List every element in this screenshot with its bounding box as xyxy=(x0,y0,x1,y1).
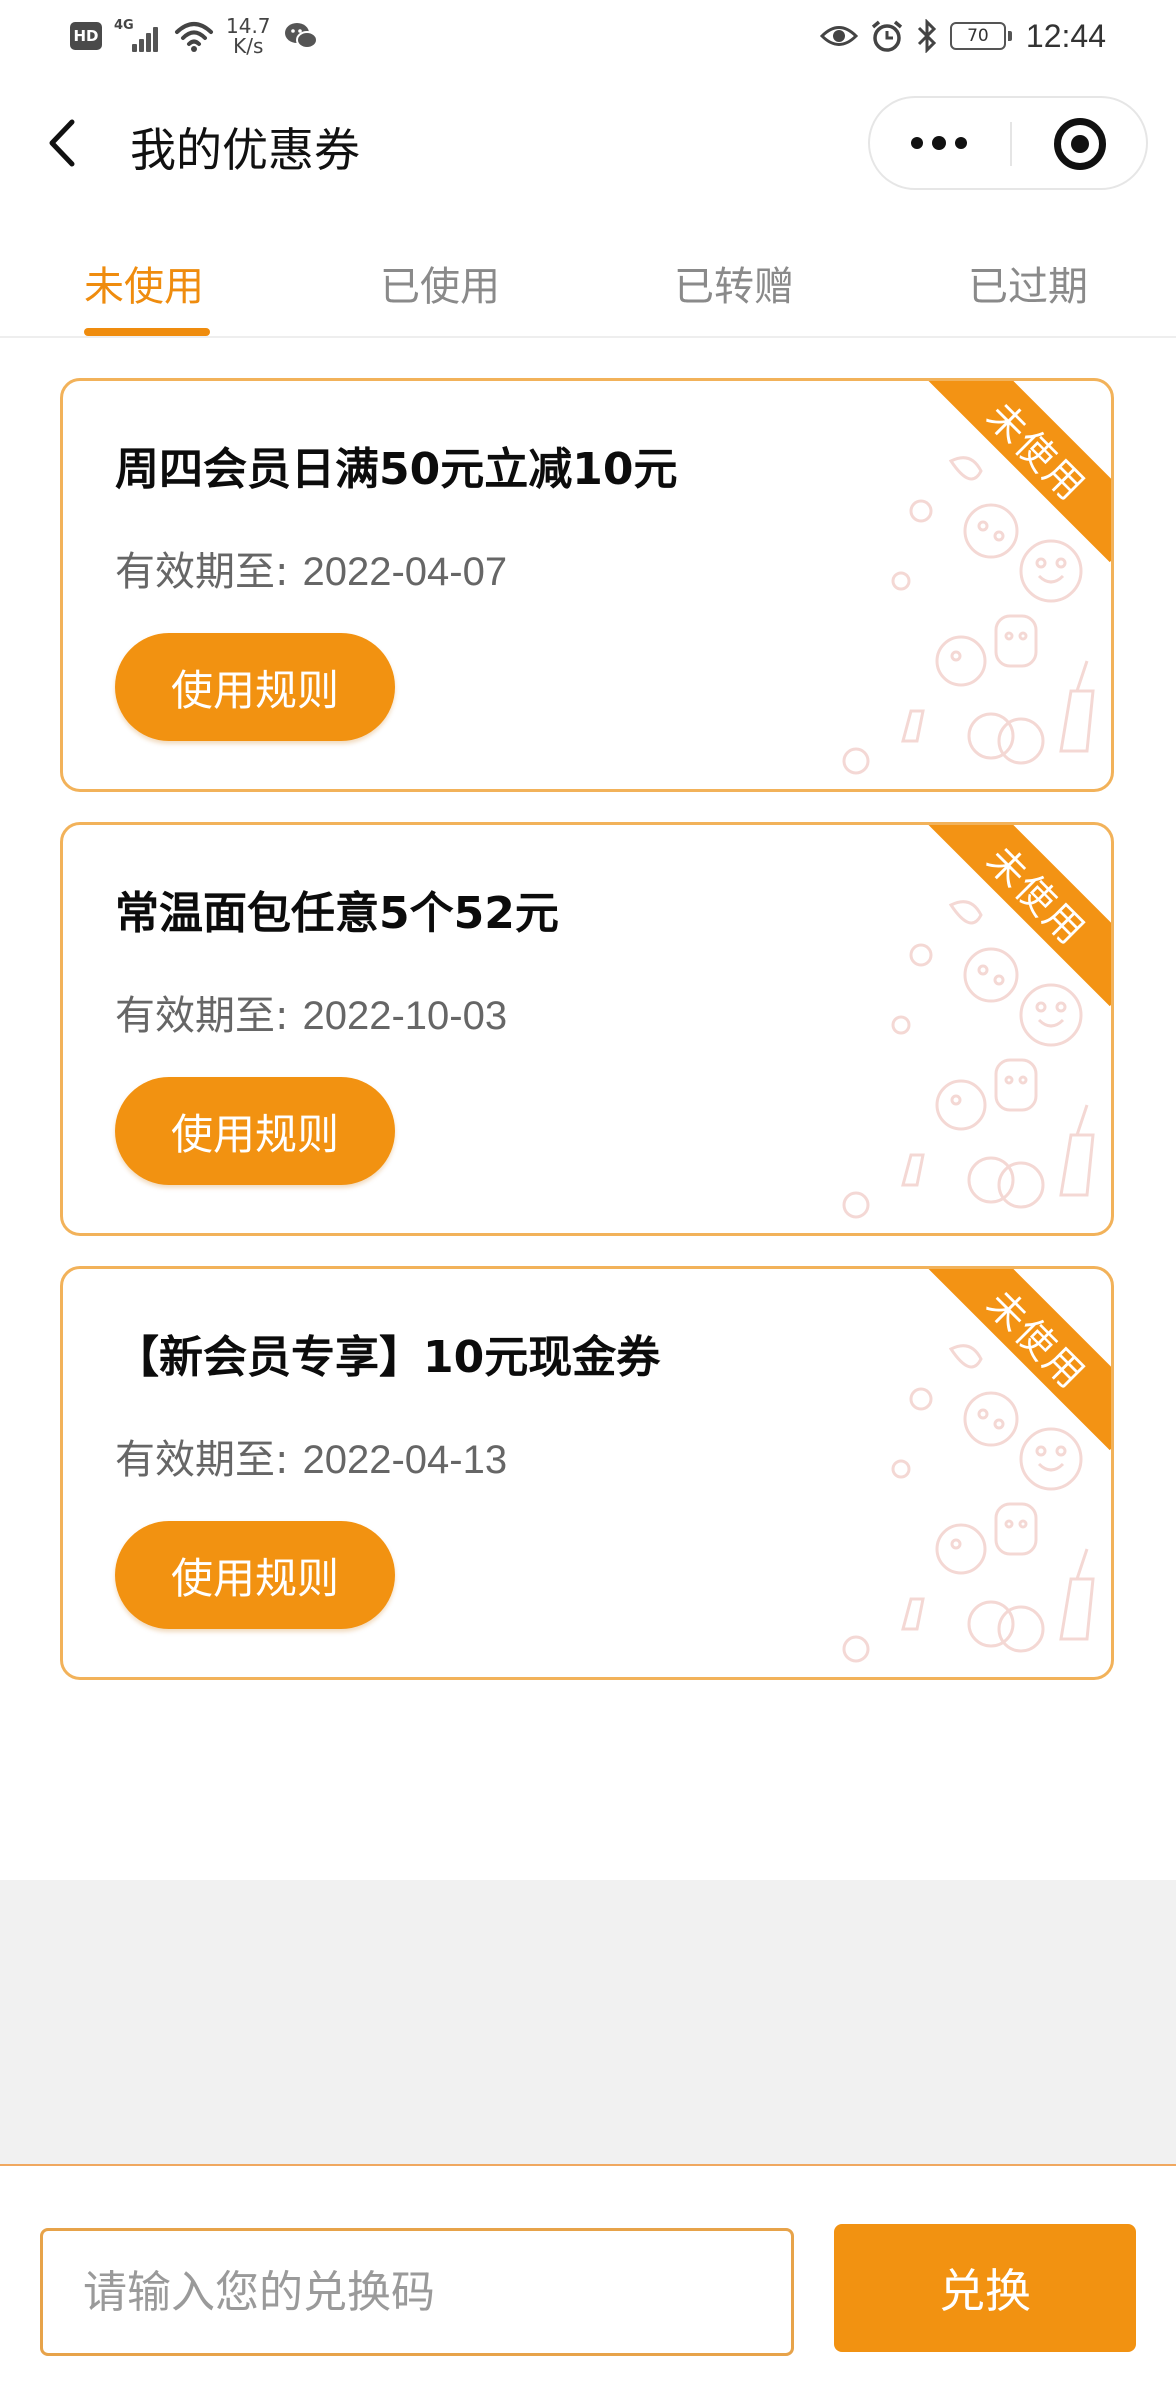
coupon-title: 【新会员专享】10元现金券 xyxy=(115,1332,661,1383)
tab-unused[interactable]: 未使用 xyxy=(84,254,204,312)
tab-expired[interactable]: 已过期 xyxy=(968,254,1088,312)
bluetooth-icon xyxy=(917,19,937,53)
close-miniprogram-icon[interactable] xyxy=(1054,118,1106,170)
redeem-button[interactable]: 兑换 xyxy=(834,2224,1136,2352)
back-arrow-icon[interactable] xyxy=(36,108,92,178)
eye-icon xyxy=(819,26,858,46)
clock: 12:44 xyxy=(1025,17,1106,54)
usage-rules-button[interactable]: 使用规则 xyxy=(115,1077,395,1185)
tab-used[interactable]: 已使用 xyxy=(380,254,500,312)
network-speed: 14.7 K/s xyxy=(226,14,271,58)
more-options-icon[interactable] xyxy=(870,98,1008,188)
coupon-title: 常温面包任意5个52元 xyxy=(115,888,559,939)
active-tab-indicator xyxy=(84,328,210,336)
coupon-title: 周四会员日满50元立减10元 xyxy=(115,444,678,495)
page-title: 我的优惠券 xyxy=(130,123,360,177)
usage-rules-button[interactable]: 使用规则 xyxy=(115,633,395,741)
hd-icon: HD xyxy=(70,22,102,50)
redeem-code-input[interactable] xyxy=(40,2228,794,2356)
coupon-card: 未使用 【新会员专享】10元现金券 有效期至: 2022-04-13 使用规则 xyxy=(60,1266,1114,1680)
coupon-expiry: 有效期至: 2022-04-13 xyxy=(115,1437,508,1483)
miniprogram-capsule xyxy=(868,96,1148,190)
coupon-expiry: 有效期至: 2022-04-07 xyxy=(115,549,508,595)
coupon-expiry: 有效期至: 2022-10-03 xyxy=(115,993,508,1039)
wifi-icon xyxy=(175,22,213,52)
alarm-icon xyxy=(871,20,903,52)
status-bar: HD 4G 14.7 K/s 70 12:44 xyxy=(0,0,1176,74)
nav-header: 我的优惠券 xyxy=(0,74,1176,214)
tab-gifted[interactable]: 已转赠 xyxy=(674,254,794,312)
coupon-status-tabs: 未使用 已使用 已转赠 已过期 xyxy=(0,214,1176,338)
coupon-card: 未使用 常温面包任意5个52元 有效期至: 2022-10-03 使用规则 xyxy=(60,822,1114,1236)
empty-background xyxy=(0,1880,1176,2166)
coupon-card: 未使用 周四会员日满50元立减10元 有效期至: 2022-04-07 使用规则 xyxy=(60,378,1114,792)
capsule-divider xyxy=(1010,122,1012,166)
cellular-signal-icon: 4G xyxy=(114,18,162,54)
battery-icon: 70 xyxy=(949,22,1012,50)
usage-rules-button[interactable]: 使用规则 xyxy=(115,1521,395,1629)
wechat-icon xyxy=(284,23,318,49)
redeem-bar: 兑换 xyxy=(0,2164,1176,2400)
